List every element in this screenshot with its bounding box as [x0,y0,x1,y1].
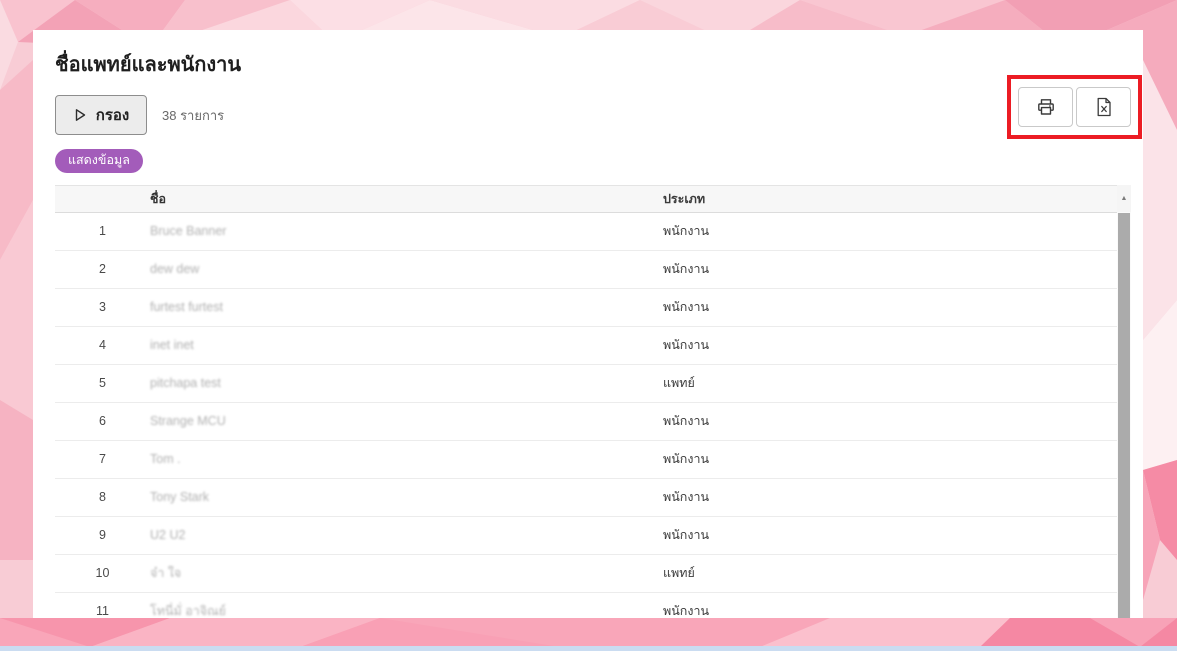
row-name: U2 U2 [150,516,663,554]
row-name: pitchapa test [150,364,663,402]
annotation-red-box [1007,75,1142,139]
table-body: 1 Bruce Banner พนักงาน 2 dew dew พนักงาน… [55,212,1117,618]
table-row[interactable]: 3 furtest furtest พนักงาน [55,288,1117,326]
row-type: พนักงาน [663,326,1117,364]
row-index: 5 [55,364,150,402]
table-area: ชื่อ ประเภท 1 Bruce Banner พนักงาน 2 dew… [55,185,1131,619]
row-type: พนักงาน [663,250,1117,288]
table-row[interactable]: 5 pitchapa test แพทย์ [55,364,1117,402]
row-index: 2 [55,250,150,288]
items-count: 38 รายการ [162,105,224,126]
row-type: พนักงาน [663,478,1117,516]
row-name: โทนี่มั่ อาจิณย์ [150,592,663,618]
table-row[interactable]: 9 U2 U2 พนักงาน [55,516,1117,554]
scrollbar-thumb[interactable] [1118,213,1130,619]
page-title: ชื่อแพทย์และพนักงาน [55,48,1143,80]
filter-button-label: กรอง [96,103,129,127]
table-row[interactable]: 10 จ๋า ใจ แพทย์ [55,554,1117,592]
show-data-badge[interactable]: แสดงข้อมูล [55,149,143,173]
table-scrollbar[interactable]: ▲ [1117,185,1131,619]
row-type: พนักงาน [663,212,1117,250]
row-index: 7 [55,440,150,478]
row-index: 10 [55,554,150,592]
staff-table: ชื่อ ประเภท 1 Bruce Banner พนักงาน 2 dew… [55,185,1117,619]
toolbar-row: กรอง 38 รายการ [55,95,1143,135]
row-name: Strange MCU [150,402,663,440]
print-button[interactable] [1018,87,1073,127]
table-row[interactable]: 6 Strange MCU พนักงาน [55,402,1117,440]
row-index: 4 [55,326,150,364]
printer-icon [1036,97,1056,117]
row-name: Tony Stark [150,478,663,516]
content-card: ชื่อแพทย์และพนักงาน กรอง 38 รายการ แสดงข… [33,30,1143,618]
row-name: Tom . [150,440,663,478]
header-index [55,185,150,212]
filter-button[interactable]: กรอง [55,95,147,135]
row-name: dew dew [150,250,663,288]
row-type: พนักงาน [663,402,1117,440]
row-type: พนักงาน [663,592,1117,618]
row-name: จ๋า ใจ [150,554,663,592]
row-index: 6 [55,402,150,440]
header-name[interactable]: ชื่อ [150,185,663,212]
row-type: พนักงาน [663,288,1117,326]
row-name: inet inet [150,326,663,364]
row-name: furtest furtest [150,288,663,326]
row-type: แพทย์ [663,554,1117,592]
row-type: พนักงาน [663,516,1117,554]
row-index: 9 [55,516,150,554]
table-row[interactable]: 2 dew dew พนักงาน [55,250,1117,288]
filter-play-icon [73,108,87,122]
table-row[interactable]: 7 Tom . พนักงาน [55,440,1117,478]
scroll-up-icon[interactable]: ▲ [1117,185,1131,212]
table-row[interactable]: 8 Tony Stark พนักงาน [55,478,1117,516]
row-index: 11 [55,592,150,618]
row-index: 1 [55,212,150,250]
table-row[interactable]: 4 inet inet พนักงาน [55,326,1117,364]
table-header-row: ชื่อ ประเภท [55,185,1117,212]
header-type[interactable]: ประเภท [663,185,1117,212]
table-row[interactable]: 1 Bruce Banner พนักงาน [55,212,1117,250]
table-row[interactable]: 11 โทนี่มั่ อาจิณย์ พนักงาน [55,592,1117,618]
row-type: แพทย์ [663,364,1117,402]
row-name: Bruce Banner [150,212,663,250]
export-excel-button[interactable] [1076,87,1131,127]
row-type: พนักงาน [663,440,1117,478]
row-index: 8 [55,478,150,516]
row-index: 3 [55,288,150,326]
excel-file-icon [1095,97,1113,117]
